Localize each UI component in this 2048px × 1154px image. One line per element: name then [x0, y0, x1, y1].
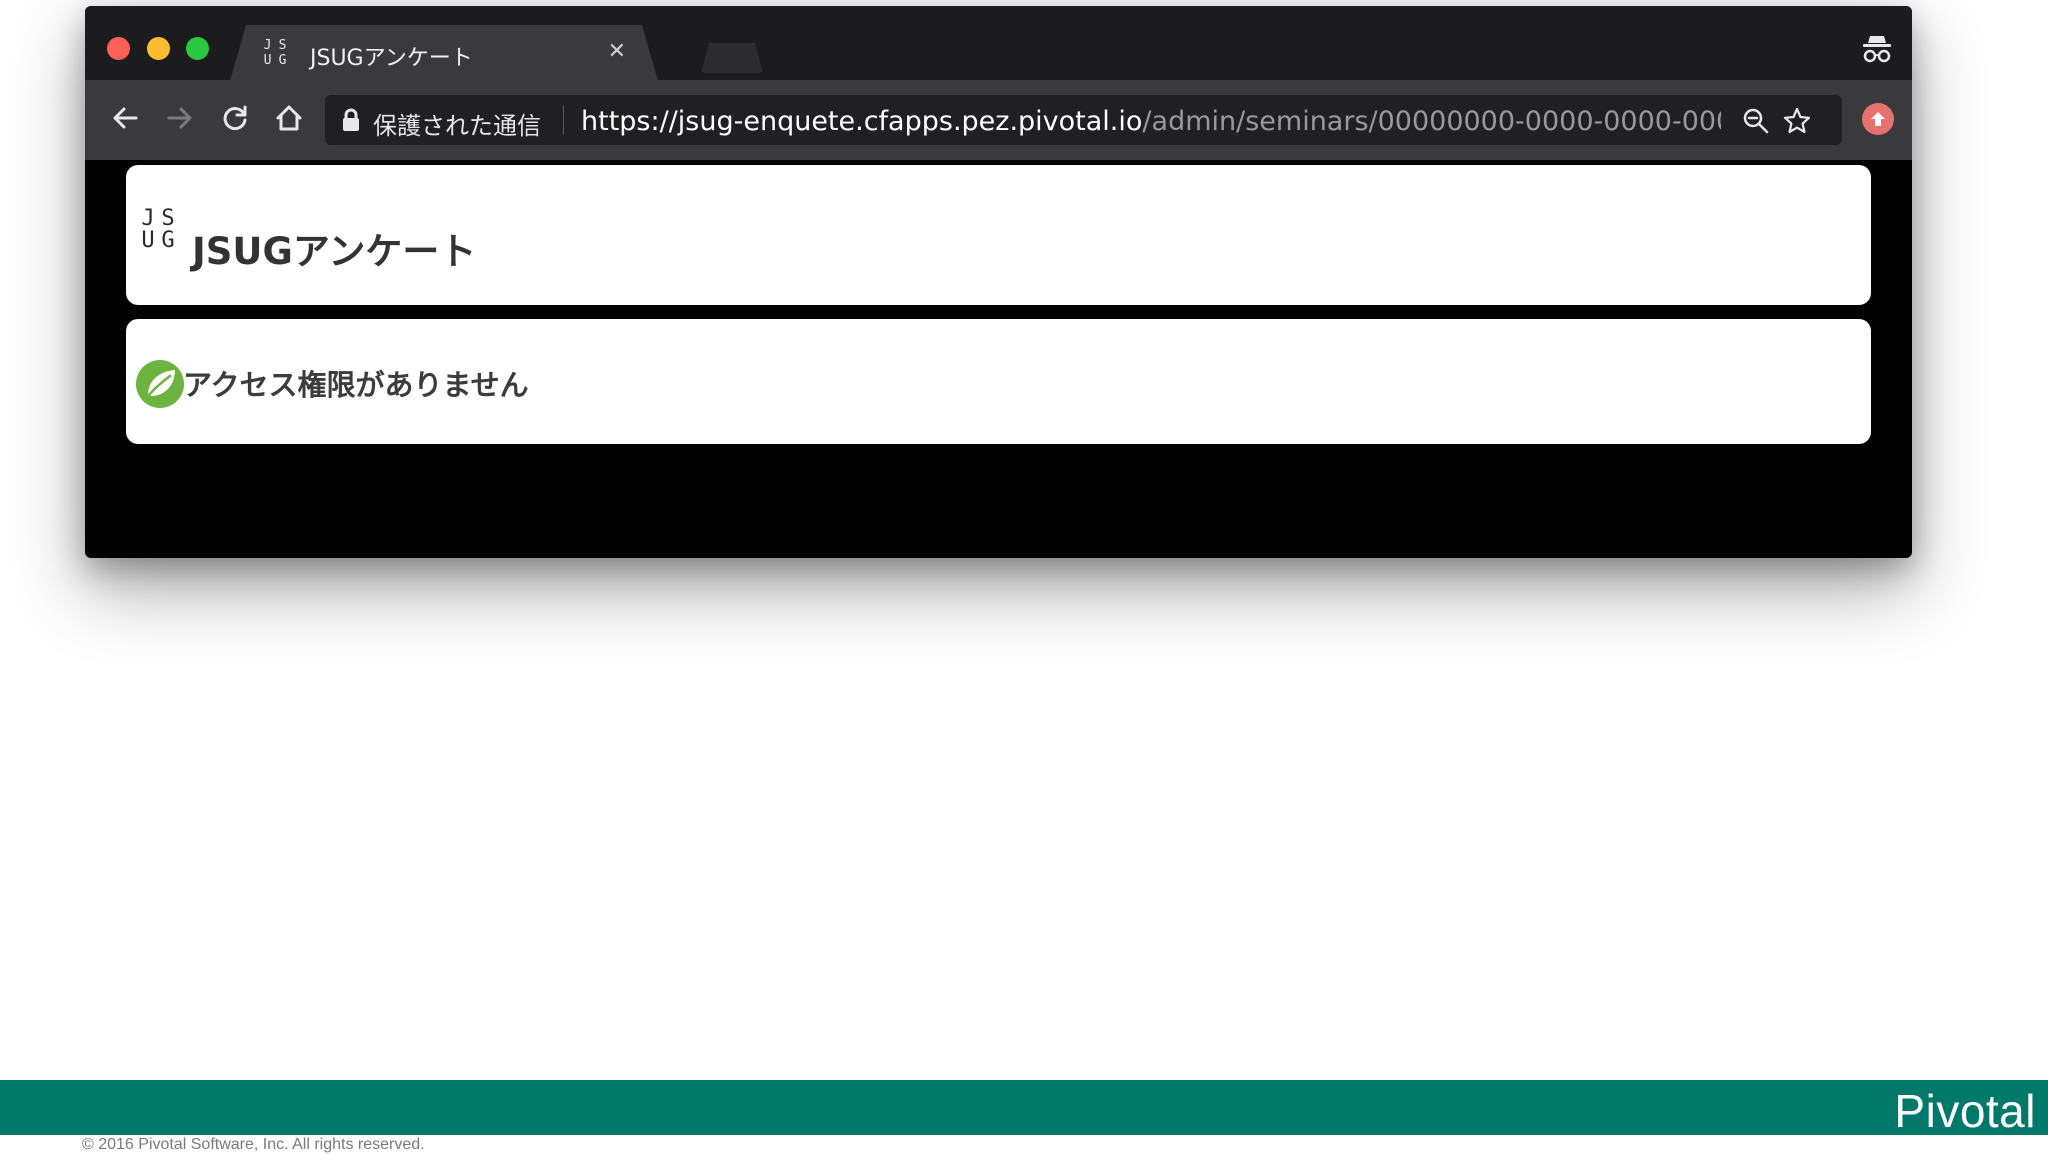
upload-arrow-icon — [1871, 112, 1885, 126]
forward-arrow-icon — [167, 107, 192, 129]
copyright-text: © 2016 Pivotal Software, Inc. All rights… — [82, 1136, 425, 1153]
close-window-button[interactable] — [107, 37, 130, 60]
incognito-icon — [1863, 36, 1891, 63]
app-title: JSUGアンケート — [192, 230, 477, 273]
browser-window: J S U G JSUGアンケート ✕ 保護された通信 https://jsug… — [85, 6, 1912, 558]
title-bar: J S U G JSUGアンケート ✕ — [85, 6, 1912, 81]
pivotal-logo: Pivotal — [1894, 1085, 2036, 1137]
star-icon[interactable] — [1783, 107, 1811, 135]
app-header-card: J S U G JSUGアンケート — [126, 165, 1871, 305]
back-arrow-icon — [113, 107, 138, 129]
home-icon — [276, 105, 302, 131]
tab-title: JSUGアンケート — [310, 46, 473, 71]
spring-leaf-icon — [136, 360, 184, 408]
access-denied-message: アクセス権限がありません — [183, 368, 529, 402]
address-bar-divider — [563, 105, 564, 135]
browser-tab-active[interactable]: J S U G JSUGアンケート ✕ — [230, 25, 658, 81]
minimize-window-button[interactable] — [147, 37, 170, 60]
close-tab-icon[interactable]: ✕ — [608, 39, 626, 64]
error-message-card: アクセス権限がありません — [126, 319, 1871, 444]
address-bar[interactable]: 保護された通信 https://jsug-enquete.cfapps.pez.… — [325, 95, 1842, 145]
home-button[interactable] — [271, 100, 307, 136]
lock-icon — [343, 108, 359, 131]
url-host: https://jsug-enquete.cfapps.pez.pivotal.… — [581, 106, 1143, 137]
browser-toolbar: 保護された通信 https://jsug-enquete.cfapps.pez.… — [85, 80, 1912, 160]
new-tab-button[interactable] — [701, 43, 763, 73]
reload-button[interactable] — [217, 100, 253, 136]
reload-icon — [223, 105, 247, 130]
extension-icon[interactable] — [1862, 103, 1894, 135]
jsug-favicon-icon: J S U G — [263, 38, 287, 68]
forward-button[interactable] — [162, 100, 198, 136]
url-text[interactable]: https://jsug-enquete.cfapps.pez.pivotal.… — [581, 106, 1721, 137]
url-path: /admin/seminars/00000000-0000-0000-000..… — [1142, 106, 1721, 137]
back-button[interactable] — [107, 100, 143, 136]
zoom-icon[interactable] — [1742, 107, 1770, 135]
maximize-window-button[interactable] — [186, 37, 209, 60]
slide-footer-bar: Pivotal — [0, 1080, 2048, 1137]
secure-connection-label[interactable]: 保護された通信 — [373, 106, 541, 141]
jsug-logo-icon: J S U G — [141, 206, 175, 253]
